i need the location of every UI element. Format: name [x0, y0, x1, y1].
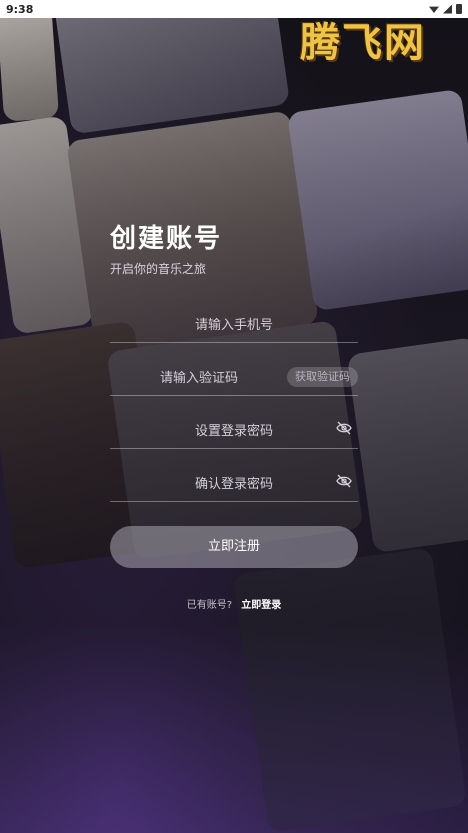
- watermark-logo: 腾飞网: [300, 20, 426, 66]
- page-subtitle: 开启你的音乐之旅: [110, 262, 207, 276]
- wifi-icon: [429, 6, 439, 13]
- page-title: 创建账号: [110, 224, 223, 254]
- status-time: 9:38: [6, 2, 34, 16]
- password-field[interactable]: 设置登录密码: [110, 408, 358, 449]
- register-button[interactable]: 立即注册: [110, 526, 358, 568]
- verification-code-field[interactable]: 请输入验证码 获取验证码: [110, 355, 358, 396]
- eye-off-icon[interactable]: [336, 420, 352, 436]
- confirm-password-field[interactable]: 确认登录密码: [110, 461, 358, 502]
- confirm-placeholder: 确认登录密码: [194, 477, 273, 492]
- signal-icon: [443, 4, 452, 14]
- phone-placeholder: 请输入手机号: [194, 318, 273, 333]
- eye-off-icon[interactable]: [336, 473, 352, 489]
- login-link[interactable]: 立即登录: [241, 600, 281, 611]
- phone-field[interactable]: 请输入手机号: [110, 302, 358, 343]
- login-prompt: 已有账号? 立即登录: [0, 596, 468, 611]
- battery-icon: [456, 4, 462, 14]
- status-icons: [429, 4, 462, 14]
- get-code-button[interactable]: 获取验证码: [287, 367, 358, 387]
- password-placeholder: 设置登录密码: [194, 424, 273, 439]
- has-account-text: 已有账号?: [186, 600, 233, 611]
